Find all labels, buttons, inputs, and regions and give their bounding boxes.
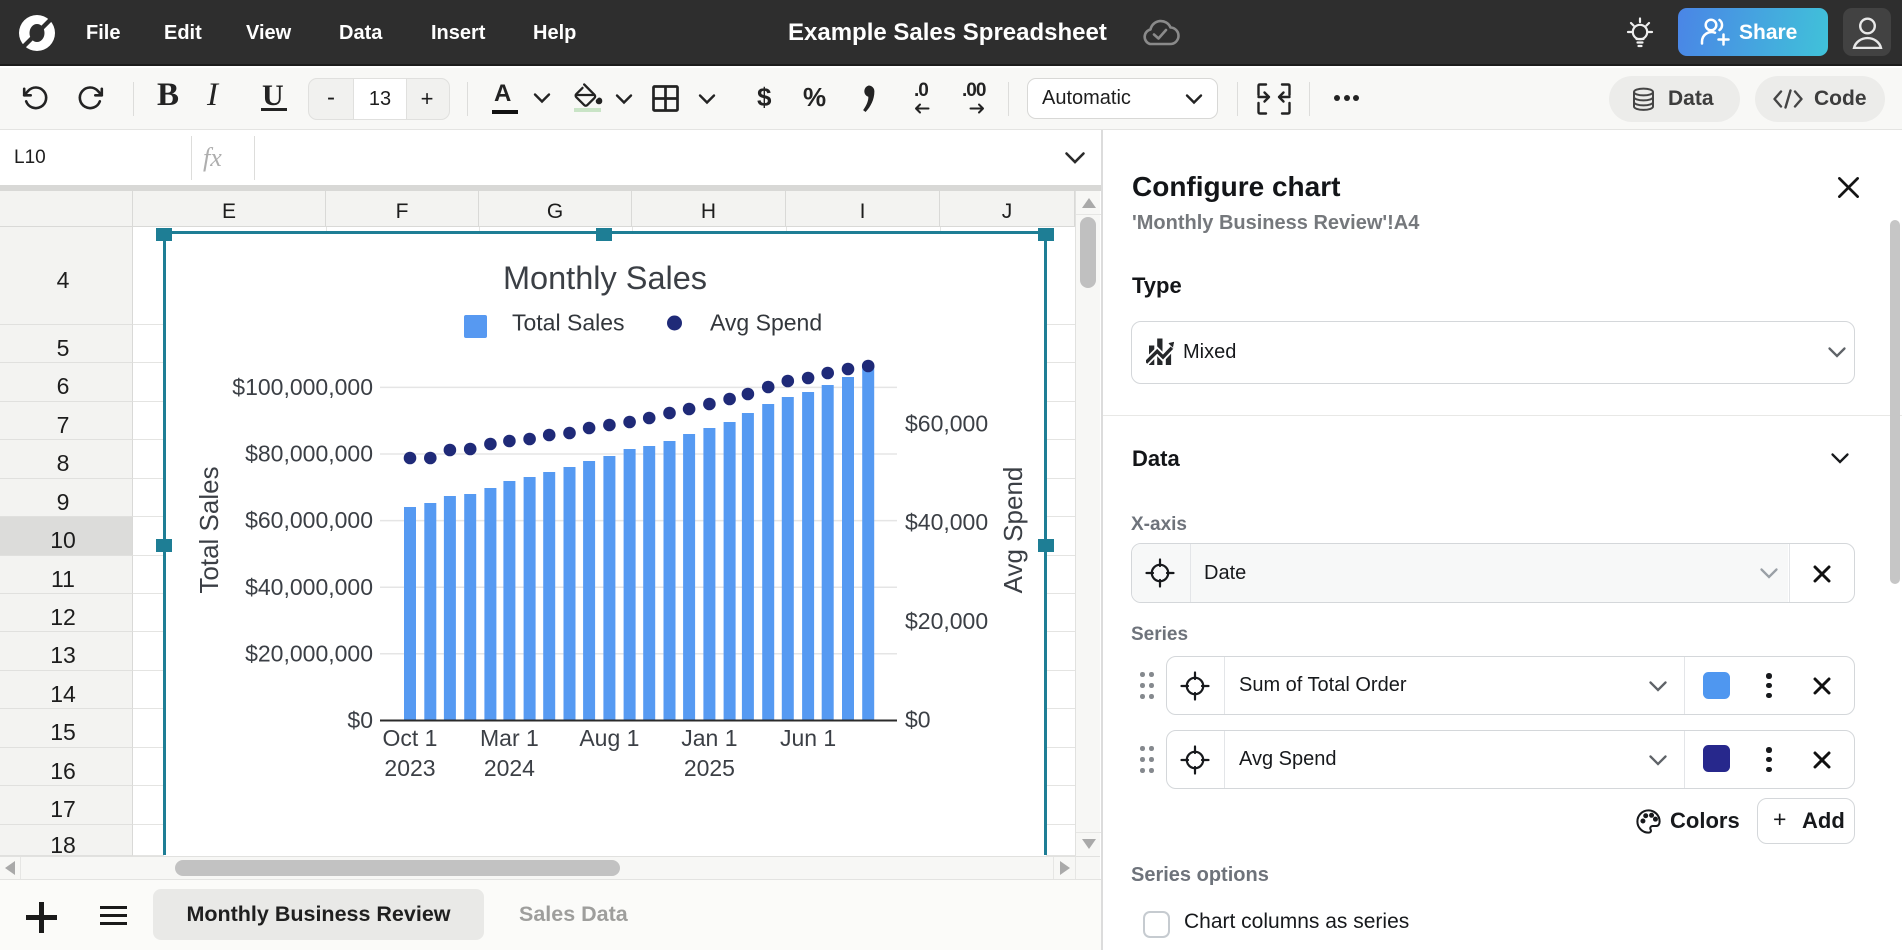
svg-text:$0: $0 xyxy=(905,707,931,733)
svg-text:Aug 1: Aug 1 xyxy=(579,725,639,751)
svg-text:$20,000: $20,000 xyxy=(905,608,988,634)
svg-text:Avg Spend: Avg Spend xyxy=(998,467,1028,594)
svg-text:2024: 2024 xyxy=(484,755,535,781)
svg-text:Oct 1: Oct 1 xyxy=(383,725,438,751)
svg-text:$60,000: $60,000 xyxy=(905,411,988,437)
svg-text:$100,000,000: $100,000,000 xyxy=(232,374,373,400)
svg-text:Avg Spend: Avg Spend xyxy=(710,310,822,336)
svg-text:$40,000: $40,000 xyxy=(905,509,988,535)
svg-text:Total Sales: Total Sales xyxy=(194,466,224,593)
svg-text:2025: 2025 xyxy=(684,755,735,781)
svg-text:2023: 2023 xyxy=(384,755,435,781)
svg-text:$0: $0 xyxy=(347,707,373,733)
svg-text:$20,000,000: $20,000,000 xyxy=(245,640,373,666)
svg-text:Jan 1: Jan 1 xyxy=(681,725,737,751)
svg-text:$40,000,000: $40,000,000 xyxy=(245,574,373,600)
svg-text:$60,000,000: $60,000,000 xyxy=(245,507,373,533)
svg-text:$80,000,000: $80,000,000 xyxy=(245,441,373,467)
svg-text:Mar 1: Mar 1 xyxy=(480,725,539,751)
svg-text:Monthly Sales: Monthly Sales xyxy=(503,260,707,296)
svg-text:Jun 1: Jun 1 xyxy=(780,725,836,751)
svg-text:Total Sales: Total Sales xyxy=(512,310,625,336)
